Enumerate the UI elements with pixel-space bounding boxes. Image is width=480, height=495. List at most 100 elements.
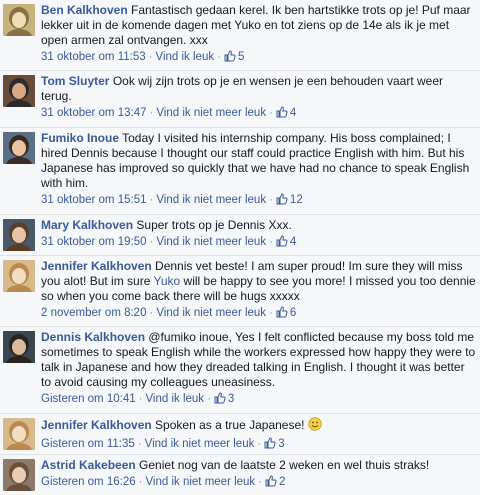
author-link[interactable]: Ben Kalkhoven	[41, 3, 128, 17]
timestamp-link[interactable]: 31 oktober om 15:51	[41, 194, 147, 206]
avatar[interactable]	[3, 418, 35, 450]
timestamp-link[interactable]: 31 oktober om 11:53	[41, 51, 146, 63]
separator: ·	[149, 107, 154, 119]
thumbs-up-icon	[276, 193, 288, 210]
separator: ·	[149, 307, 154, 319]
like-count-link[interactable]: 12	[276, 193, 303, 206]
separator: ·	[149, 236, 154, 248]
separator: ·	[258, 476, 263, 488]
separator: ·	[138, 476, 143, 488]
comment-meta: 31 oktober om 13:47 · Vind ik niet meer le…	[41, 106, 476, 123]
author-link[interactable]: Astrid Kakebeen	[41, 458, 136, 472]
avatar[interactable]	[3, 132, 35, 164]
thumbs-up-icon	[276, 235, 288, 252]
comment-message: Super trots op je Dennis Xxx.	[136, 218, 292, 232]
like-button[interactable]: Vind ik niet meer leuk	[156, 307, 266, 319]
comment-text: Mary Kalkhoven Super trots op je Dennis …	[41, 218, 476, 233]
author-link[interactable]: Jennifer Kalkhoven	[41, 418, 152, 432]
like-count: 4	[289, 107, 297, 119]
avatar[interactable]	[3, 75, 35, 107]
comment-item: Jennifer Kalkhoven Dennis vet beste! I a…	[0, 255, 480, 326]
avatar[interactable]	[3, 331, 35, 363]
comment-meta: 31 oktober om 15:51 · Vind ik niet meer le…	[41, 193, 476, 210]
like-count-link[interactable]: 4	[276, 235, 297, 248]
author-link[interactable]: Fumiko Inoue	[41, 131, 119, 145]
comment-body: Tom Sluyter Ook wij zijn trots op je en …	[41, 74, 476, 123]
avatar[interactable]	[3, 4, 35, 36]
thumbs-up-icon	[265, 475, 277, 492]
like-count: 6	[289, 307, 297, 319]
mention-link[interactable]: Yuko	[154, 274, 181, 288]
comment-meta: Gisteren om 10:41 · Vind ik leuk · 3	[41, 392, 476, 409]
comment-item: Tom Sluyter Ook wij zijn trots op je en …	[0, 70, 480, 127]
comment-message: Spoken as a true Japanese!	[155, 418, 305, 432]
comment-meta: 2 november om 8:20 · Vind ik niet meer leu…	[41, 306, 476, 323]
like-button[interactable]: Vind ik leuk	[155, 51, 214, 63]
comment-body: Fumiko Inoue Today I visited his interns…	[41, 131, 476, 210]
author-link[interactable]: Tom Sluyter	[41, 74, 109, 88]
like-count-link[interactable]: 3	[214, 392, 235, 405]
like-count: 5	[237, 51, 245, 63]
like-count-link[interactable]: 2	[265, 475, 286, 488]
like-count: 4	[289, 236, 297, 248]
author-link[interactable]: Dennis Kalkhoven	[41, 330, 145, 344]
comment-body: Ben Kalkhoven Fantastisch gedaan kerel. …	[41, 3, 476, 67]
comment-body: Mary Kalkhoven Super trots op je Dennis …	[41, 218, 476, 252]
comment-item: Mary Kalkhoven Super trots op je Dennis …	[0, 214, 480, 255]
comment-meta: Gisteren om 11:35 · Vind ik niet meer leuk…	[41, 437, 476, 454]
thumbs-up-icon	[276, 106, 288, 123]
timestamp-link[interactable]: 31 oktober om 13:47	[41, 107, 147, 119]
like-count: 3	[278, 438, 285, 450]
comment-text: Jennifer Kalkhoven Spoken as a true Japa…	[41, 417, 476, 435]
avatar[interactable]	[3, 219, 35, 251]
thumbs-up-icon	[224, 50, 236, 67]
like-button[interactable]: Vind ik niet meer leuk	[156, 194, 266, 206]
timestamp-link[interactable]: Gisteren om 11:35	[41, 438, 135, 450]
like-button[interactable]: Vind ik niet meer leuk	[156, 236, 266, 248]
author-link[interactable]: Mary Kalkhoven	[41, 218, 133, 232]
separator: ·	[137, 438, 142, 450]
separator: ·	[148, 51, 153, 63]
smile-icon	[308, 417, 322, 435]
like-button[interactable]: Vind ik niet meer leuk	[145, 438, 255, 450]
timestamp-link[interactable]: 2 november om 8:20	[41, 307, 146, 319]
comment-text: Jennifer Kalkhoven Dennis vet beste! I a…	[41, 259, 476, 304]
comment-item: Astrid Kakebeen Geniet nog van de laatst…	[0, 454, 480, 495]
like-button[interactable]: Vind ik niet meer leuk	[156, 107, 266, 119]
comment-item: Ben Kalkhoven Fantastisch gedaan kerel. …	[0, 0, 480, 70]
separator: ·	[257, 438, 262, 450]
comment-body: Astrid Kakebeen Geniet nog van de laatst…	[41, 458, 476, 492]
like-count-link[interactable]: 4	[276, 106, 297, 119]
like-count-link[interactable]: 6	[276, 306, 297, 319]
thumbs-up-icon	[214, 392, 226, 409]
like-count-link[interactable]: 5	[224, 50, 245, 63]
comment-body: Jennifer Kalkhoven Spoken as a true Japa…	[41, 417, 476, 454]
separator: ·	[149, 194, 154, 206]
separator: ·	[269, 107, 273, 119]
comment-meta: 31 oktober om 11:53 · Vind ik leuk · 5	[41, 50, 476, 67]
like-count: 3	[227, 393, 235, 405]
avatar[interactable]	[3, 260, 35, 292]
like-count-link[interactable]: 3	[264, 437, 285, 450]
author-link[interactable]: Jennifer Kalkhoven	[41, 259, 152, 273]
comment-body: Dennis Kalkhoven @fumiko inoue, Yes I fe…	[41, 330, 476, 409]
separator: ·	[269, 194, 273, 206]
comment-text: Fumiko Inoue Today I visited his interns…	[41, 131, 476, 191]
thumbs-up-icon	[276, 306, 288, 323]
avatar[interactable]	[3, 459, 35, 491]
separator: ·	[207, 393, 211, 405]
comment-text: Ben Kalkhoven Fantastisch gedaan kerel. …	[41, 3, 476, 48]
timestamp-link[interactable]: Gisteren om 16:26	[41, 476, 136, 488]
timestamp-link[interactable]: Gisteren om 10:41	[41, 393, 136, 405]
like-count: 2	[279, 476, 286, 488]
like-button[interactable]: Vind ik leuk	[145, 393, 204, 405]
like-button[interactable]: Vind ik niet meer leuk	[145, 476, 255, 488]
comment-text: Tom Sluyter Ook wij zijn trots op je en …	[41, 74, 476, 104]
comment-feed: Ben Kalkhoven Fantastisch gedaan kerel. …	[0, 0, 480, 495]
timestamp-link[interactable]: 31 oktober om 19:50	[41, 236, 147, 248]
comment-text: Astrid Kakebeen Geniet nog van de laatst…	[41, 458, 476, 473]
separator: ·	[138, 393, 143, 405]
separator: ·	[217, 51, 221, 63]
comment-meta: Gisteren om 16:26 · Vind ik niet meer leuk…	[41, 475, 476, 492]
like-count: 12	[289, 194, 303, 206]
